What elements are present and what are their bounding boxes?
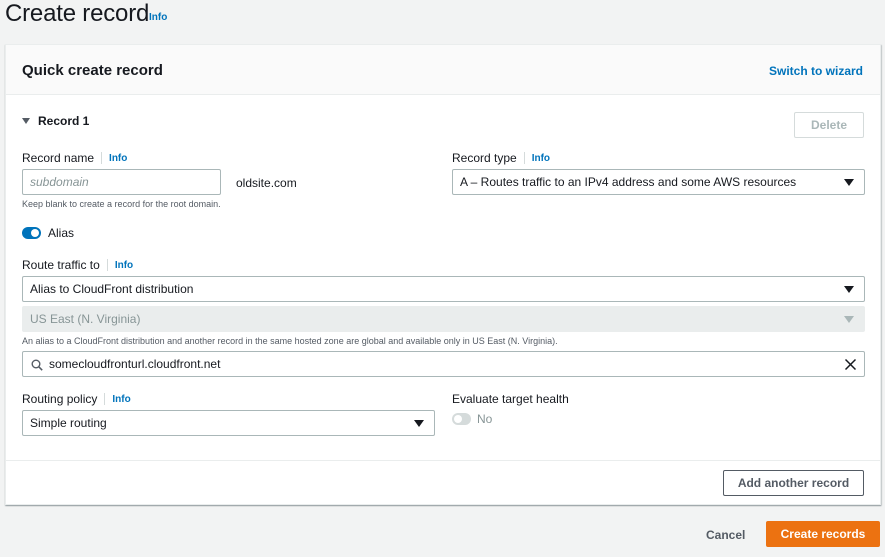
distribution-value: somecloudfronturl.cloudfront.net xyxy=(49,357,221,371)
add-another-record-button[interactable]: Add another record xyxy=(723,470,864,496)
route-traffic-info-link[interactable]: Info xyxy=(115,260,133,271)
search-icon xyxy=(31,359,43,371)
record-type-selected: A – Routes traffic to an IPv4 address an… xyxy=(460,175,797,189)
delete-button[interactable]: Delete xyxy=(794,112,864,138)
evaluate-health-label: Evaluate target health xyxy=(452,392,569,406)
route-traffic-label-row: Route traffic to Info xyxy=(22,258,133,272)
record-name-placeholder: subdomain xyxy=(30,175,89,189)
routing-policy-label: Routing policy xyxy=(22,392,98,406)
close-icon[interactable] xyxy=(844,358,857,371)
dropdown-caret-icon xyxy=(844,316,854,323)
create-records-button[interactable]: Create records xyxy=(766,521,880,547)
domain-suffix: oldsite.com xyxy=(236,176,297,190)
routing-policy-info-link[interactable]: Info xyxy=(112,394,130,405)
record-type-info-link[interactable]: Info xyxy=(532,153,550,164)
dropdown-caret-icon xyxy=(844,286,854,293)
routing-policy-selected: Simple routing xyxy=(30,416,107,430)
panel-title: Quick create record xyxy=(22,62,163,79)
endpoint-select[interactable]: Alias to CloudFront distribution xyxy=(22,276,865,302)
endpoint-selected: Alias to CloudFront distribution xyxy=(30,282,194,296)
record-expander[interactable]: Record 1 xyxy=(22,114,89,128)
routing-policy-label-row: Routing policy Info xyxy=(22,392,131,406)
region-select: US East (N. Virginia) xyxy=(22,306,865,332)
route-traffic-label: Route traffic to xyxy=(22,258,100,272)
record-name-label: Record name xyxy=(22,151,95,165)
record-type-label: Record type xyxy=(452,151,517,165)
route-traffic-hint: An alias to a CloudFront distribution an… xyxy=(22,336,558,346)
record-type-label-row: Record type Info xyxy=(452,151,550,165)
record-expander-label: Record 1 xyxy=(38,114,90,128)
dropdown-caret-icon xyxy=(414,420,424,427)
record-name-input[interactable]: subdomain xyxy=(22,169,221,195)
cancel-button[interactable]: Cancel xyxy=(706,528,745,542)
region-selected: US East (N. Virginia) xyxy=(30,312,141,326)
record-name-info-link[interactable]: Info xyxy=(109,153,127,164)
switch-to-wizard-link[interactable]: Switch to wizard xyxy=(769,64,863,78)
alias-toggle[interactable] xyxy=(22,227,41,239)
page-title-info-link[interactable]: Info xyxy=(149,12,167,23)
label-divider xyxy=(101,152,103,164)
page-title: Create record xyxy=(5,0,150,27)
evaluate-health-toggle-label: No xyxy=(477,412,493,426)
label-divider xyxy=(106,259,108,271)
distribution-search-input[interactable]: somecloudfronturl.cloudfront.net xyxy=(22,351,865,377)
quick-create-panel: Quick create record Switch to wizard Rec… xyxy=(5,44,881,505)
dropdown-caret-icon xyxy=(844,179,854,186)
evaluate-health-toggle xyxy=(452,413,471,425)
record-name-hint: Keep blank to create a record for the ro… xyxy=(22,199,221,209)
label-divider xyxy=(523,152,525,164)
label-divider xyxy=(104,393,106,405)
panel-header: Quick create record Switch to wizard xyxy=(6,45,880,95)
routing-policy-select[interactable]: Simple routing xyxy=(22,410,435,436)
record-type-select[interactable]: A – Routes traffic to an IPv4 address an… xyxy=(452,169,865,195)
record-name-label-row: Record name Info xyxy=(22,151,127,165)
panel-divider xyxy=(6,460,880,461)
caret-down-icon xyxy=(22,118,30,124)
alias-label: Alias xyxy=(48,226,75,240)
